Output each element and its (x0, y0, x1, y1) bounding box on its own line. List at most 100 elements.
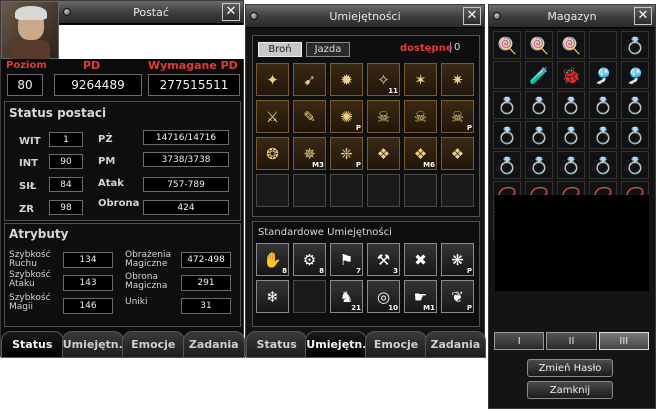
skill-slot[interactable]: ◎ 10 (367, 280, 400, 313)
storage-empty-slot[interactable] (589, 31, 617, 59)
window-title: Magazyn (547, 9, 597, 23)
page-button[interactable]: I (494, 332, 545, 350)
storage-item-slot[interactable]: 💍 (621, 91, 649, 119)
skill-slot[interactable]: ✎ (293, 100, 326, 133)
stat-right-value: 424 (143, 200, 229, 215)
skill-slot[interactable]: ✧ 11 (367, 63, 400, 96)
skill-slot[interactable]: ✺ P (330, 100, 363, 133)
skill-slot[interactable]: ⚒ 3 (367, 243, 400, 276)
storage-item-slot[interactable]: 💍 (493, 91, 521, 119)
skill-slot[interactable]: ☠ (404, 100, 437, 133)
skill-icon: ✦ (266, 70, 279, 89)
item-icon: 💍 (593, 155, 613, 175)
tab-emotes[interactable]: Emocje (365, 331, 427, 358)
storage-item-slot[interactable]: 💍 (621, 151, 649, 179)
skill-slot[interactable]: ❖ (441, 137, 474, 170)
tab-skills[interactable]: Umiejętn. (305, 331, 368, 358)
skill-slot[interactable]: ♞ 21 (330, 280, 363, 313)
skills-titlebar: Umiejętności ✕ (246, 5, 484, 28)
skill-slot[interactable]: ❋ P (441, 243, 474, 276)
storage-item-slot[interactable]: 💍 (525, 121, 553, 149)
subtab-weapon[interactable]: Broń (258, 42, 302, 57)
skill-icon: ☠ (450, 107, 465, 126)
skill-icon: ✹ (340, 70, 353, 89)
close-button[interactable]: ✕ (463, 7, 481, 25)
attr-label: Szybkość Magii (9, 293, 51, 312)
storage-item-slot[interactable]: 🍭 (525, 31, 553, 59)
skill-slot[interactable]: ✦ (256, 63, 289, 96)
storage-item-slot[interactable]: 🎐 (621, 61, 649, 89)
skill-slot[interactable]: ❄ (256, 280, 289, 313)
skill-slot[interactable]: ☛ M1 (404, 280, 437, 313)
tab-status[interactable]: Status (1, 331, 64, 358)
storage-item-slot[interactable]: 🍭 (493, 31, 521, 59)
tab-emotes[interactable]: Emocje (122, 331, 185, 358)
tab-quests[interactable]: Zadania (424, 331, 487, 358)
skill-slot[interactable]: ✖ (404, 243, 437, 276)
change-password-button[interactable]: Zmień Hasło (527, 359, 613, 377)
close-button[interactable]: ✕ (222, 3, 240, 21)
stat-right-value: 757-789 (143, 177, 229, 192)
storage-item-slot[interactable]: 💍 (589, 91, 617, 119)
skills-tabs: Status Umiejętn. Emocje Zadania (246, 331, 487, 358)
skill-level: P (466, 267, 472, 275)
storage-item-slot[interactable]: 🐞 (557, 61, 585, 89)
skill-icon: ❖ (450, 144, 465, 163)
skill-slot[interactable]: ☠ (367, 100, 400, 133)
storage-item-slot[interactable]: 💍 (589, 121, 617, 149)
storage-item-slot[interactable]: 🎐 (589, 61, 617, 89)
item-icon: 💍 (529, 155, 549, 175)
storage-empty-slot[interactable] (493, 61, 521, 89)
skill-slot[interactable]: ✹ (330, 63, 363, 96)
subtab-riding[interactable]: Jazda (306, 42, 350, 57)
storage-item-slot[interactable]: 💍 (557, 91, 585, 119)
storage-item-slot[interactable]: 💍 (621, 121, 649, 149)
tab-quests[interactable]: Zadania (182, 331, 245, 358)
storage-item-slot[interactable]: 💍 (525, 151, 553, 179)
stat-right-label: Atak (98, 178, 124, 189)
empty-skill-slot (293, 280, 326, 313)
page-button-active[interactable]: III (598, 332, 649, 350)
close-storage-button[interactable]: Zamknij (527, 381, 613, 399)
skill-slot[interactable]: ❂ (256, 137, 289, 170)
window-dot-icon (63, 8, 71, 16)
item-icon: 💍 (625, 155, 645, 175)
item-icon: 💍 (593, 125, 613, 145)
storage-item-slot[interactable]: 💍 (493, 121, 521, 149)
skill-slot[interactable]: ⚑ 7 (330, 243, 363, 276)
skill-slot[interactable]: ✵ M3 (293, 137, 326, 170)
empty-skill-slot (441, 174, 474, 207)
skill-slot[interactable]: ⚙ 8 (293, 243, 326, 276)
skill-icon: ❈ (340, 144, 353, 163)
storage-item-slot[interactable]: 💍 (557, 121, 585, 149)
skill-icon: ✷ (451, 70, 464, 89)
skill-slot[interactable]: ❖ M6 (404, 137, 437, 170)
skill-slot[interactable]: ✶ (404, 63, 437, 96)
storage-item-slot[interactable]: 💍 (557, 151, 585, 179)
skill-slot[interactable]: ❦ P (441, 280, 474, 313)
skill-slot[interactable]: ✷ (441, 63, 474, 96)
skill-level: P (466, 124, 472, 132)
skill-slot[interactable]: ❈ P (330, 137, 363, 170)
storage-item-slot[interactable]: 💍 (621, 31, 649, 59)
item-icon: 🍭 (561, 35, 581, 55)
attr-value: 134 (63, 252, 113, 268)
storage-item-slot[interactable]: 💍 (525, 91, 553, 119)
stat-value: 98 (49, 200, 83, 215)
tab-status[interactable]: Status (246, 331, 308, 358)
storage-pages: I II III (494, 332, 649, 350)
storage-item-slot[interactable]: 🍭 (557, 31, 585, 59)
skill-slot[interactable]: ⚔ (256, 100, 289, 133)
skill-slot[interactable]: ❖ (367, 137, 400, 170)
storage-item-slot[interactable]: 💍 (589, 151, 617, 179)
skill-slot[interactable]: ☠ P (441, 100, 474, 133)
skill-slot[interactable]: ➹ (293, 63, 326, 96)
skill-slot[interactable]: ✋ 8 (256, 243, 289, 276)
storage-item-slot[interactable]: 💍 (493, 151, 521, 179)
storage-item-slot[interactable]: 🧪 (525, 61, 553, 89)
skills-window: Umiejętności ✕ Broń Jazda dostępne 0 ✦ ➹ ✹… (245, 4, 487, 358)
avatar (1, 1, 59, 59)
close-button[interactable]: ✕ (634, 7, 652, 25)
tab-skills[interactable]: Umiejętn. (61, 331, 124, 358)
page-button[interactable]: II (546, 332, 597, 350)
